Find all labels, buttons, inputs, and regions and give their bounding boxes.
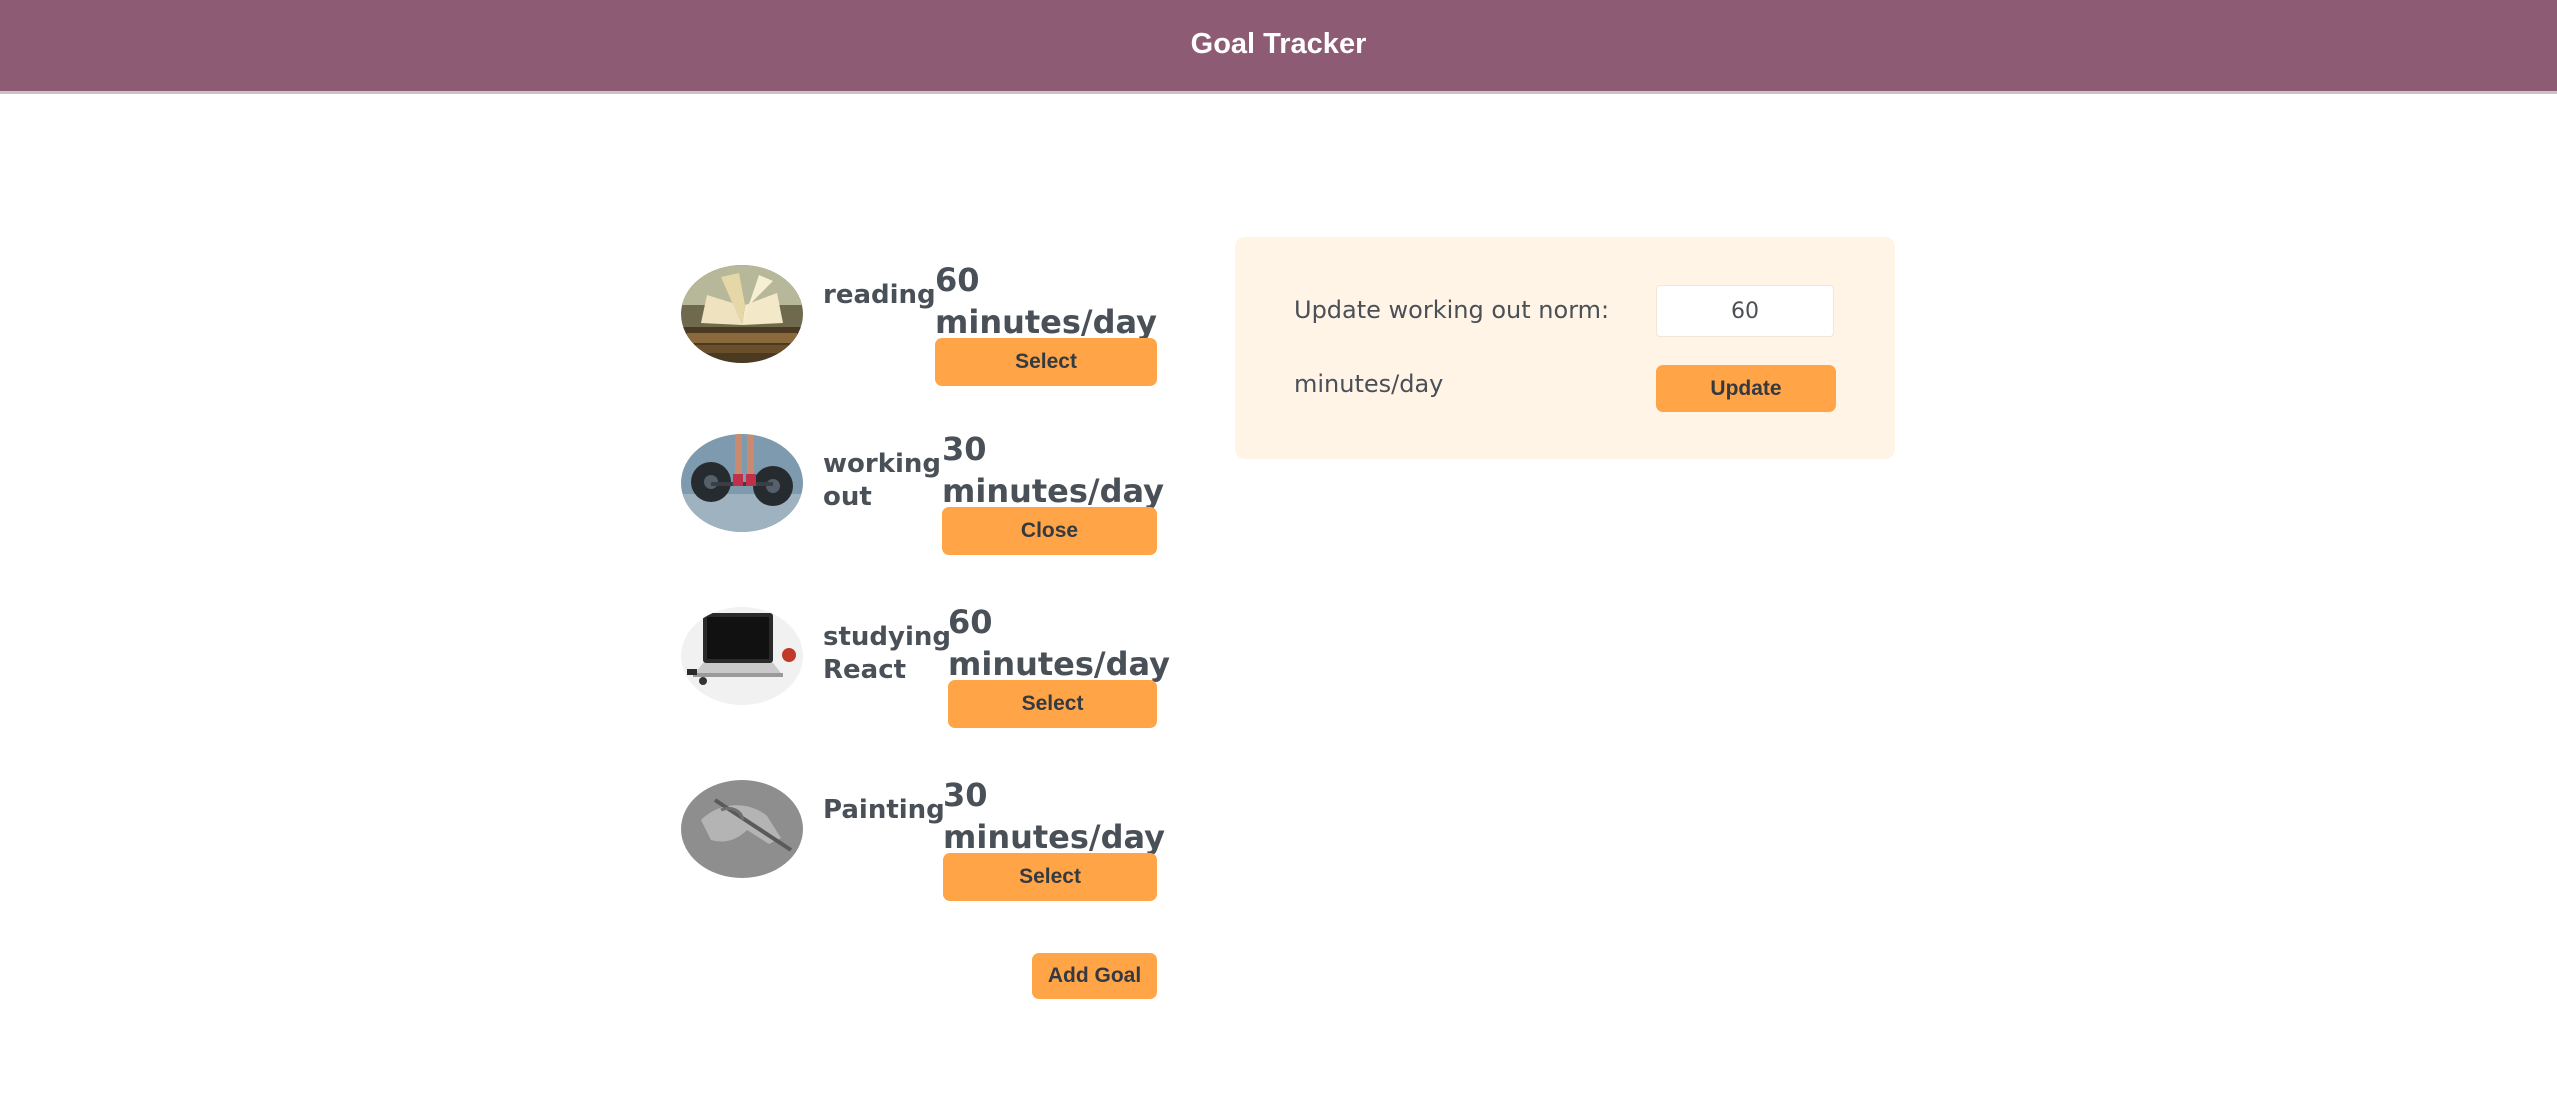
close-button[interactable]: Close [942,507,1157,555]
goal-name: Painting [823,795,945,825]
update-norm-panel: Update working out norm: minutes/day Upd… [1235,237,1895,459]
select-button[interactable]: Select [948,680,1157,728]
goal-name: studying React [823,622,952,685]
goal-name: reading [823,280,936,310]
add-goal-button[interactable]: Add Goal [1032,953,1157,999]
update-norm-label: Update working out norm: [1294,296,1610,324]
app-header: Goal Tracker [0,0,2557,94]
update-button[interactable]: Update [1656,365,1836,412]
goal-name: working out [823,449,942,512]
app-title: Goal Tracker [1190,28,1367,60]
goal-item-painting: Painting 30 minutes/day Select [681,776,1165,930]
select-button[interactable]: Select [943,853,1157,901]
goal-item-reading: reading 60 minutes/day Select [681,261,1161,415]
goal-target: 30 minutes/day [943,776,1165,856]
open-book-icon [681,265,803,363]
laptop-icon [681,607,803,705]
goal-item-working-out: working out 30 minutes/day Close [681,430,1164,584]
norm-input[interactable] [1656,285,1834,337]
hand-pencil-icon [681,780,803,878]
barbell-icon [681,434,803,532]
goal-target: 30 minutes/day [942,430,1164,510]
goal-target: 60 minutes/day [935,261,1157,341]
unit-label: minutes/day [1294,370,1444,398]
goal-target: 60 minutes/day [948,603,1170,683]
goal-item-studying-react: studying React 60 minutes/day Select [681,603,1170,757]
select-button[interactable]: Select [935,338,1157,386]
